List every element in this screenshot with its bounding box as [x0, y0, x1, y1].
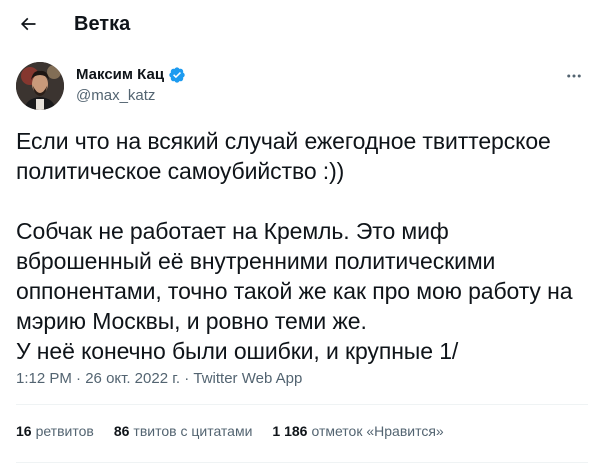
quotes-label: твитов с цитатами — [133, 423, 253, 439]
back-button[interactable] — [10, 6, 46, 42]
verified-badge-icon — [169, 67, 185, 83]
retweets-count: 16 — [16, 423, 32, 439]
arrow-left-icon — [20, 17, 36, 31]
likes-count: 1 186 — [272, 423, 308, 439]
more-button[interactable] — [562, 66, 586, 86]
retweets-label: ретвитов — [35, 423, 94, 439]
avatar-image — [16, 62, 64, 110]
tweet-time[interactable]: 1:12 PM — [16, 370, 72, 387]
meta-separator: · — [180, 370, 194, 387]
author-display-name[interactable]: Максим Кац — [76, 65, 164, 85]
tweet-source[interactable]: Twitter Web App — [193, 370, 302, 387]
author-names: Максим Кац @max_katz — [76, 65, 186, 106]
tweet-author: Максим Кац @max_katz — [16, 62, 588, 116]
divider-bottom — [16, 462, 588, 463]
likes-label: отметок «Нравится» — [311, 423, 444, 439]
tweet-text: Если что на всякий случай ежегодное твит… — [16, 128, 573, 364]
likes-stat[interactable]: 1 186 отметок «Нравится» — [272, 422, 443, 440]
meta-separator: · — [71, 370, 86, 387]
quotes-stat[interactable]: 86 твитов с цитатами — [114, 422, 253, 440]
retweets-stat[interactable]: 16 ретвитов — [16, 422, 94, 440]
quotes-count: 86 — [113, 423, 130, 439]
tweet-date[interactable]: 26 окт. 2022 г. — [85, 370, 180, 387]
more-horizontal-icon — [567, 74, 581, 78]
tweet-meta: 1:12 PM · 26 окт. 2022 г. · Twitter Web … — [16, 369, 302, 389]
author-handle[interactable]: @max_katz — [76, 86, 186, 106]
avatar[interactable] — [16, 62, 64, 110]
tweet-stats: 16 ретвитов 86 твитов с цитатами 1 186 отме… — [16, 422, 464, 440]
divider-top — [16, 404, 588, 405]
thread-header: Ветка — [0, 0, 604, 52]
page-title: Ветка — [74, 13, 131, 35]
